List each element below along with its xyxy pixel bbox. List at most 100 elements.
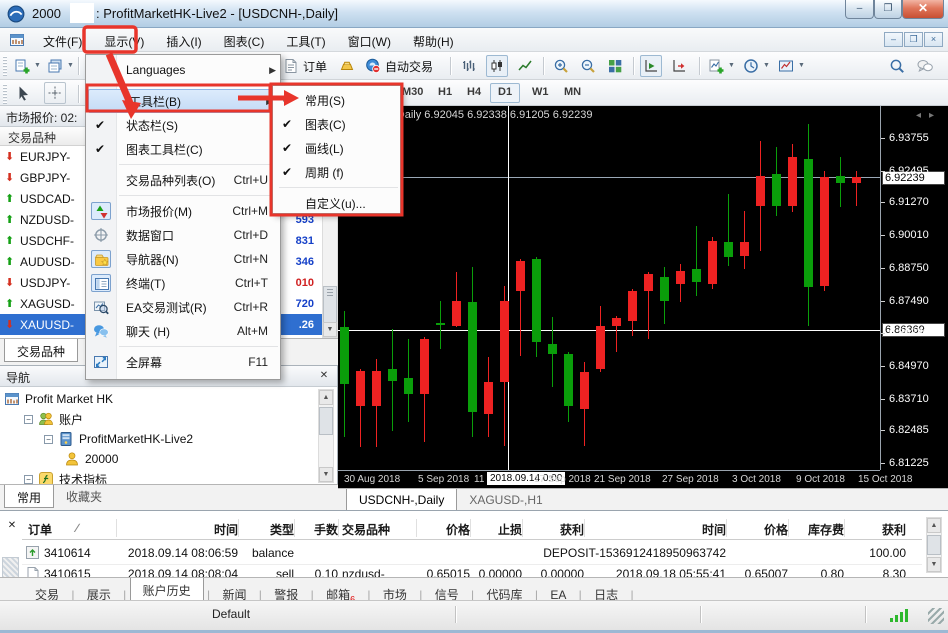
column-divider[interactable] (294, 519, 295, 537)
column-divider[interactable] (788, 519, 789, 537)
column-header-11[interactable]: 获利 (882, 521, 906, 538)
toolbars-submenu-item-2[interactable]: ✔画线(L) (273, 136, 400, 160)
navigator-scrollbar[interactable]: ▲ ▼ (318, 389, 334, 483)
tile-windows-button[interactable] (604, 55, 626, 77)
templates-button[interactable] (775, 55, 797, 77)
toolbar-grip[interactable] (3, 56, 7, 76)
view-menu-item-1[interactable]: 工具栏(B)▶ (88, 89, 278, 113)
column-divider[interactable] (470, 519, 471, 537)
periods-dropdown-arrow[interactable]: ▼ (763, 62, 770, 69)
scroll-up-arrow[interactable]: ▲ (319, 390, 333, 405)
minimize-button[interactable]: – (845, 0, 874, 19)
menu-item-2[interactable]: 插入(I) (155, 28, 212, 52)
zoom-in-button[interactable] (550, 55, 572, 77)
view-menu-item-7[interactable]: 导航器(N)Ctrl+N (86, 247, 280, 271)
nav-tree-2[interactable]: −ProfitMarketHK-Live2 (4, 429, 314, 449)
column-header-3[interactable]: 手数 (314, 521, 338, 538)
terminal-close-icon[interactable]: ✕ (5, 519, 19, 533)
mdi-restore-button[interactable]: ❐ (904, 32, 923, 47)
view-menu-item-5[interactable]: 市场报价(M)Ctrl+M (86, 199, 280, 223)
column-divider[interactable] (584, 519, 585, 537)
crosshair-button[interactable] (44, 82, 66, 104)
close-button[interactable]: ✕ (902, 0, 944, 19)
scrollbar-thumb[interactable] (927, 535, 941, 555)
timeframe-w1[interactable]: W1 (525, 83, 556, 103)
column-header-9[interactable]: 价格 (764, 521, 788, 538)
maximize-button[interactable]: ❐ (874, 0, 902, 19)
cursor-button[interactable] (12, 82, 34, 104)
search-button[interactable] (886, 55, 908, 77)
view-menu-item-3[interactable]: ✔图表工具栏(C) (86, 137, 280, 161)
timeframe-h1[interactable]: H1 (431, 83, 459, 103)
menu-item-5[interactable]: 窗口(W) (337, 28, 402, 52)
add-indicator-button[interactable] (705, 55, 727, 77)
column-header-0[interactable]: 订单 (28, 521, 52, 538)
gold-icon-button[interactable] (336, 55, 358, 77)
navigator-tab-1[interactable]: 收藏夹 (66, 488, 102, 505)
menu-item-3[interactable]: 图表(C) (213, 28, 276, 52)
new-chart-button[interactable] (11, 55, 33, 77)
column-header-8[interactable]: 时间 (702, 521, 726, 538)
navigator-close-icon[interactable]: ✕ (317, 369, 331, 383)
auto-scroll-button[interactable] (668, 55, 690, 77)
column-divider[interactable] (844, 519, 845, 537)
nav-tree-1[interactable]: −账户 (4, 409, 314, 429)
toolbars-submenu-item-4[interactable]: 自定义(u)... (273, 191, 400, 215)
tab-symbols[interactable]: 交易品种 (4, 339, 78, 362)
view-menu-item-10[interactable]: 聊天 (H)Alt+M (86, 319, 280, 343)
timeframe-h4[interactable]: H4 (460, 83, 488, 103)
candlestick-chart-button[interactable] (486, 55, 508, 77)
menu-item-0[interactable]: 文件(F) (32, 28, 93, 52)
column-header-5[interactable]: 价格 (446, 521, 470, 538)
column-header-4[interactable]: 交易品种 (342, 521, 390, 538)
tree-expander-icon[interactable]: − (44, 435, 53, 444)
scroll-up-arrow[interactable]: ▲ (927, 518, 941, 533)
view-menu-item-0[interactable]: Languages▶ (86, 58, 280, 82)
title-bar[interactable]: 2000 : ProfitMarketHK-Live2 - [USDCNH-,D… (0, 0, 948, 28)
column-divider[interactable] (522, 519, 523, 537)
view-menu-item-2[interactable]: ✔状态栏(S) (86, 113, 280, 137)
terminal-scrollbar[interactable]: ▲ ▼ (926, 517, 942, 573)
view-menu-item-9[interactable]: EA交易测试(R)Ctrl+R (86, 295, 280, 319)
column-divider[interactable] (116, 519, 117, 537)
timeframe-d1[interactable]: D1 (490, 83, 520, 103)
tree-expander-icon[interactable]: − (24, 415, 33, 424)
nav-tree-3[interactable]: 20000 (4, 449, 314, 469)
profiles-button[interactable] (44, 55, 66, 77)
column-header-6[interactable]: 止损 (498, 521, 522, 538)
chat-toolbar-button[interactable] (914, 55, 936, 77)
line-chart-button[interactable] (514, 55, 536, 77)
new-order-button[interactable]: 订单 (280, 55, 330, 77)
chart-tab-1[interactable]: XAGUSD-,H1 (457, 489, 554, 511)
toolbars-submenu-item-0[interactable]: ✔常用(S) (273, 88, 400, 112)
view-menu-item-4[interactable]: 交易品种列表(O)Ctrl+U (86, 168, 280, 192)
profiles-dropdown-arrow[interactable]: ▼ (67, 62, 74, 69)
resize-grip[interactable] (928, 608, 944, 624)
chart-plot-area[interactable]: USDCNH-,Daily 6.92045 6.92338 6.91205 6.… (338, 106, 880, 470)
column-divider[interactable] (338, 519, 339, 537)
mdi-close-button[interactable]: × (924, 32, 943, 47)
menu-item-4[interactable]: 工具(T) (275, 28, 336, 52)
nav-tree-0[interactable]: Profit Market HK (4, 389, 314, 409)
timeframe-mn[interactable]: MN (557, 83, 588, 103)
column-header-7[interactable]: 获利 (560, 521, 584, 538)
price-axis[interactable]: 6.92239 6.86369 6.937556.924956.912706.9… (880, 106, 948, 470)
column-divider[interactable] (416, 519, 417, 537)
scroll-down-arrow[interactable]: ▼ (927, 557, 941, 572)
chart-tab-scroll-arrows[interactable]: ◂▸ (916, 110, 942, 121)
zoom-out-button[interactable] (577, 55, 599, 77)
scroll-down-arrow[interactable]: ▼ (319, 467, 333, 482)
table-row[interactable]: 34106142018.09.14 08:06:59balanceDEPOSIT… (0, 543, 948, 564)
autotrade-button[interactable]: 自动交易 (362, 55, 436, 77)
templates-dropdown-arrow[interactable]: ▼ (798, 62, 805, 69)
column-header-1[interactable]: 时间 (214, 521, 238, 538)
scrollbar-thumb[interactable] (319, 407, 333, 435)
mdi-minimize-button[interactable]: – (884, 32, 903, 47)
view-menu-item-11[interactable]: 全屏幕F11 (86, 350, 280, 374)
navigator-tab-0[interactable]: 常用 (4, 485, 54, 508)
indicator-dropdown-arrow[interactable]: ▼ (728, 62, 735, 69)
view-menu-item-6[interactable]: 数据窗口Ctrl+D (86, 223, 280, 247)
menu-item-6[interactable]: 帮助(H) (402, 28, 465, 52)
column-divider[interactable] (726, 519, 727, 537)
menu-view[interactable]: 显示(V) (93, 28, 155, 52)
